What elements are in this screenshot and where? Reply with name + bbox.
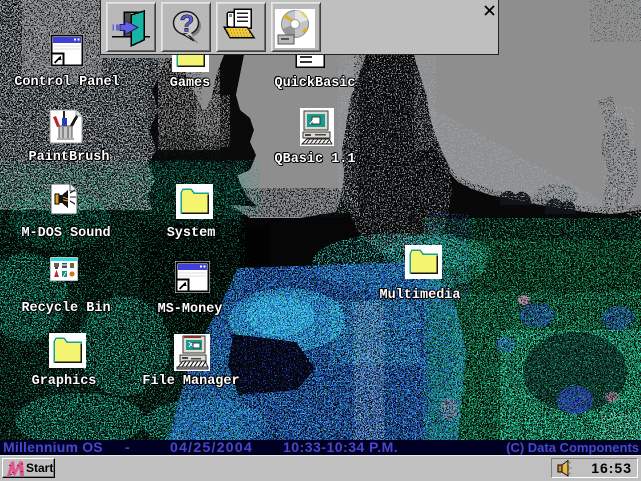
svg-text:?: ? bbox=[180, 11, 195, 38]
